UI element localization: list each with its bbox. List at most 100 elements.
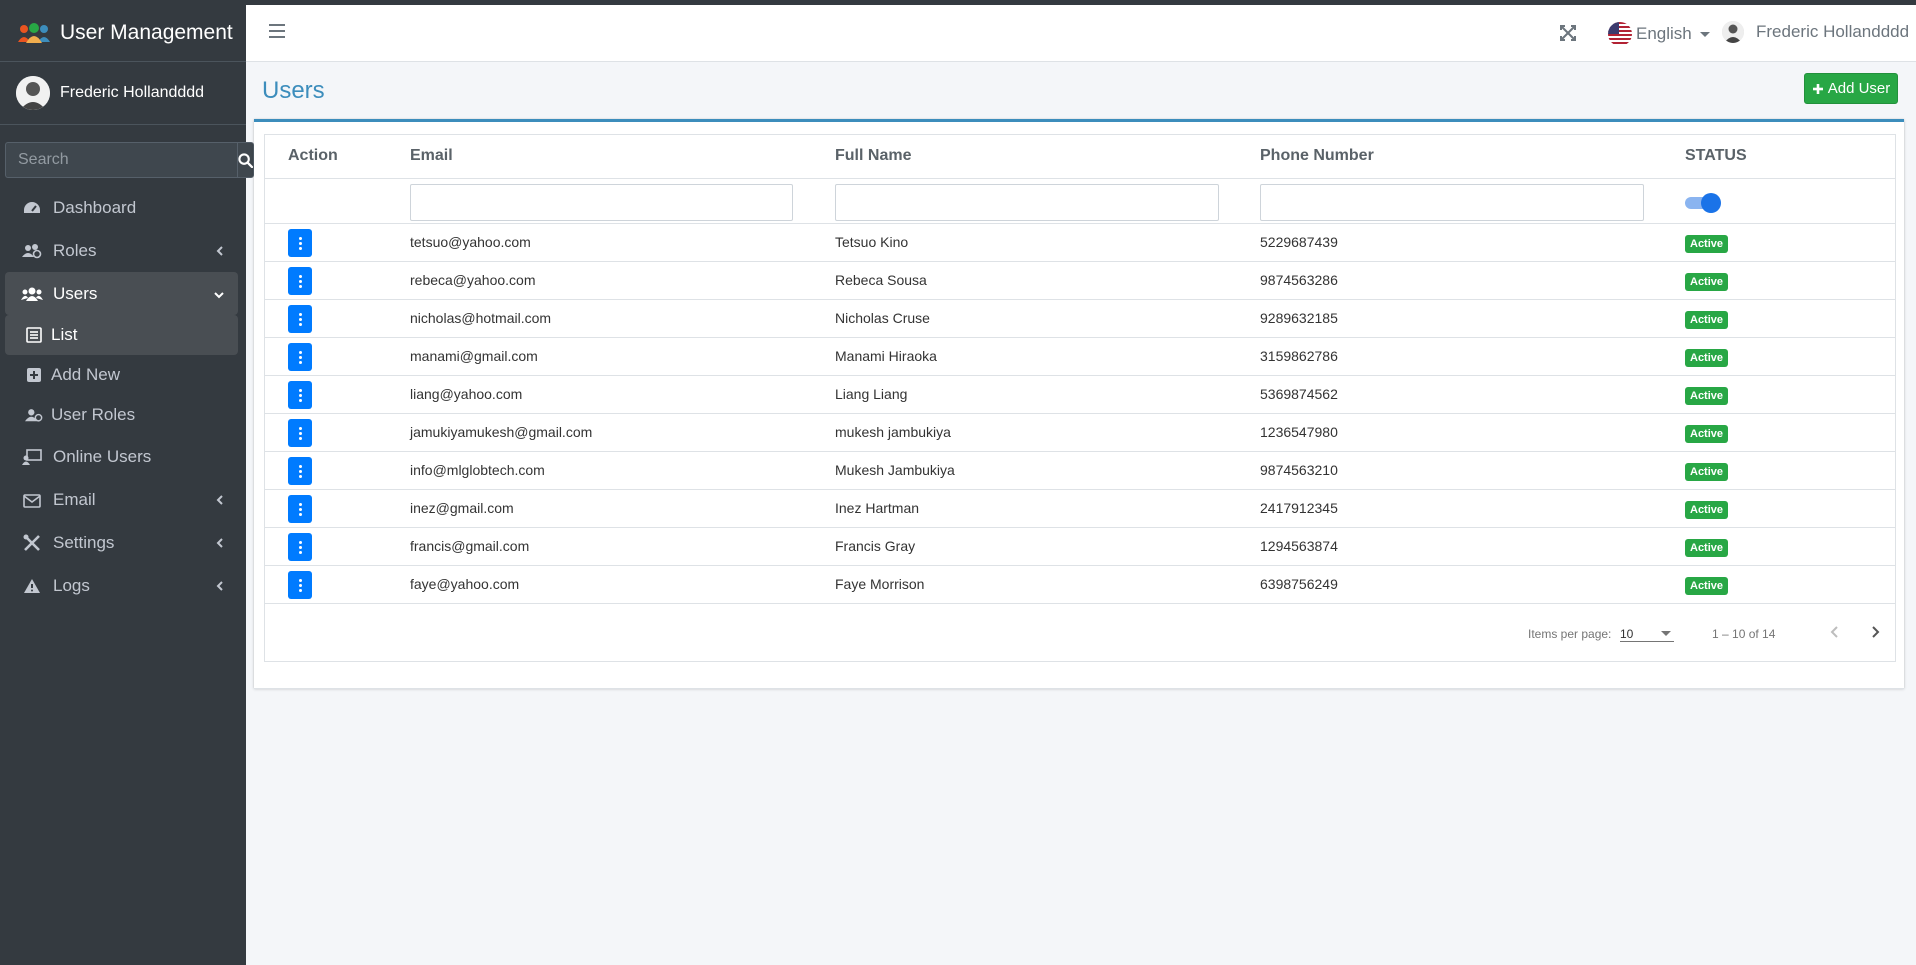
sidebar-item-label: Users xyxy=(53,283,98,303)
status-badge: Active xyxy=(1685,387,1729,405)
sidebar-item-online-users[interactable]: Online Users xyxy=(5,435,238,478)
email-cell: manami@gmail.com xyxy=(410,348,538,364)
table-row: tetsuo@yahoo.com Tetsuo Kino 5229687439 Act… xyxy=(265,224,1895,262)
phone-cell: 2417912345 xyxy=(1260,500,1338,516)
status-badge: Active xyxy=(1685,577,1729,595)
chevron-left-icon xyxy=(216,576,224,596)
top-header: English Frederic Hollandddd xyxy=(246,5,1916,62)
row-actions-button[interactable] xyxy=(288,495,312,523)
language-selector[interactable]: English xyxy=(1608,22,1710,46)
chevron-left-icon xyxy=(216,241,224,261)
full-name-cell: Francis Gray xyxy=(835,538,916,554)
users-group-logo-icon xyxy=(18,22,50,44)
phone-cell: 5369874562 xyxy=(1260,386,1338,402)
warning-icon xyxy=(21,577,43,595)
page-title: Users xyxy=(262,77,325,104)
kebab-dot xyxy=(298,583,302,587)
phone-cell: 1236547980 xyxy=(1260,424,1338,440)
sidebar-item-label: Roles xyxy=(53,240,97,260)
chevron-right-icon xyxy=(1872,626,1880,638)
status-filter-toggle[interactable] xyxy=(1685,193,1721,213)
add-user-label: Add User xyxy=(1827,80,1891,97)
kebab-dot xyxy=(298,246,302,250)
kebab-dot xyxy=(298,241,302,245)
next-page-button[interactable] xyxy=(1865,622,1885,642)
email-cell: info@mlglobtech.com xyxy=(410,462,545,478)
row-actions-button[interactable] xyxy=(288,267,312,295)
search-button[interactable] xyxy=(237,142,254,178)
chevron-left-icon xyxy=(1830,626,1838,638)
row-actions-button[interactable] xyxy=(288,571,312,599)
full-name-cell: Nicholas Cruse xyxy=(835,310,930,326)
email-filter-input[interactable] xyxy=(410,184,793,221)
row-actions-button[interactable] xyxy=(288,381,312,409)
row-actions-button[interactable] xyxy=(288,419,312,447)
table-row: info@mlglobtech.com Mukesh Jambukiya 98745… xyxy=(265,452,1895,490)
sidebar-item-email[interactable]: Email xyxy=(5,478,238,521)
kebab-dot xyxy=(298,426,302,430)
full-name-filter-input[interactable] xyxy=(835,184,1219,221)
search-input[interactable] xyxy=(5,142,237,178)
items-per-page-select[interactable]: 10 xyxy=(1620,624,1674,642)
fullscreen-icon[interactable] xyxy=(1560,25,1576,41)
sidebar-item-users[interactable]: Users xyxy=(5,272,238,315)
row-actions-button[interactable] xyxy=(288,457,312,485)
kebab-dot xyxy=(298,431,302,435)
phone-cell: 9874563210 xyxy=(1260,462,1338,478)
email-cell: tetsuo@yahoo.com xyxy=(410,234,531,250)
sidebar-item-roles[interactable]: Roles xyxy=(5,229,238,272)
avatar xyxy=(1722,21,1744,43)
status-badge: Active xyxy=(1685,463,1729,481)
page-size-value: 10 xyxy=(1620,627,1634,641)
column-header-phone[interactable]: Phone Number xyxy=(1260,147,1374,165)
sidebar-item-settings[interactable]: Settings xyxy=(5,521,238,564)
sidebar-item-label: Settings xyxy=(53,532,115,552)
chevron-left-icon xyxy=(216,490,224,510)
column-header-email[interactable]: Email xyxy=(410,147,453,165)
kebab-dot xyxy=(298,236,302,240)
phone-filter-input[interactable] xyxy=(1260,184,1644,221)
users-card: Action Email Full Name Phone Number STAT… xyxy=(254,119,1904,688)
kebab-dot xyxy=(298,350,302,354)
header-user-menu[interactable]: Frederic Hollandddd xyxy=(1722,21,1909,43)
kebab-dot xyxy=(298,360,302,364)
column-header-full-name[interactable]: Full Name xyxy=(835,147,911,165)
previous-page-button[interactable] xyxy=(1825,622,1845,642)
kebab-dot xyxy=(298,464,302,468)
kebab-dot xyxy=(298,398,302,402)
menu-toggle-icon[interactable] xyxy=(269,24,285,38)
email-cell: francis@gmail.com xyxy=(410,538,530,554)
content-divider xyxy=(254,688,1904,689)
sidebar-item-label: Logs xyxy=(53,575,90,595)
email-cell: jamukiyamukesh@gmail.com xyxy=(410,424,593,440)
phone-cell: 9874563286 xyxy=(1260,272,1338,288)
sidebar-item-logs[interactable]: Logs xyxy=(5,564,238,607)
row-actions-button[interactable] xyxy=(288,305,312,333)
row-actions-button[interactable] xyxy=(288,533,312,561)
kebab-dot xyxy=(298,474,302,478)
dashboard-icon xyxy=(21,199,43,217)
sidebar-item-dashboard[interactable]: Dashboard xyxy=(5,186,238,229)
brand[interactable]: User Management xyxy=(0,5,246,62)
kebab-dot xyxy=(298,507,302,511)
user-panel[interactable]: Frederic Hollandddd xyxy=(0,62,246,125)
row-actions-button[interactable] xyxy=(288,343,312,371)
sidebar-item-label: Dashboard xyxy=(53,197,137,217)
row-actions-button[interactable] xyxy=(288,229,312,257)
sidebar-item-list[interactable]: List xyxy=(5,315,238,355)
roles-icon xyxy=(21,242,43,260)
kebab-dot xyxy=(298,284,302,288)
status-badge: Active xyxy=(1685,539,1729,557)
table-row: rebeca@yahoo.com Rebeca Sousa 9874563286 Ac… xyxy=(265,262,1895,300)
users-icon xyxy=(21,285,43,303)
sidebar-item-add-new[interactable]: Add New xyxy=(5,355,238,395)
email-cell: liang@yahoo.com xyxy=(410,386,523,402)
add-user-button[interactable]: Add User xyxy=(1804,73,1898,104)
sidebar-item-label: Email xyxy=(53,489,96,509)
kebab-dot xyxy=(298,512,302,516)
plus-icon xyxy=(1812,83,1823,94)
column-header-status[interactable]: STATUS xyxy=(1685,147,1747,165)
user-lock-icon xyxy=(25,406,43,424)
full-name-cell: Liang Liang xyxy=(835,386,908,402)
sidebar-item-user-roles[interactable]: User Roles xyxy=(5,395,238,435)
